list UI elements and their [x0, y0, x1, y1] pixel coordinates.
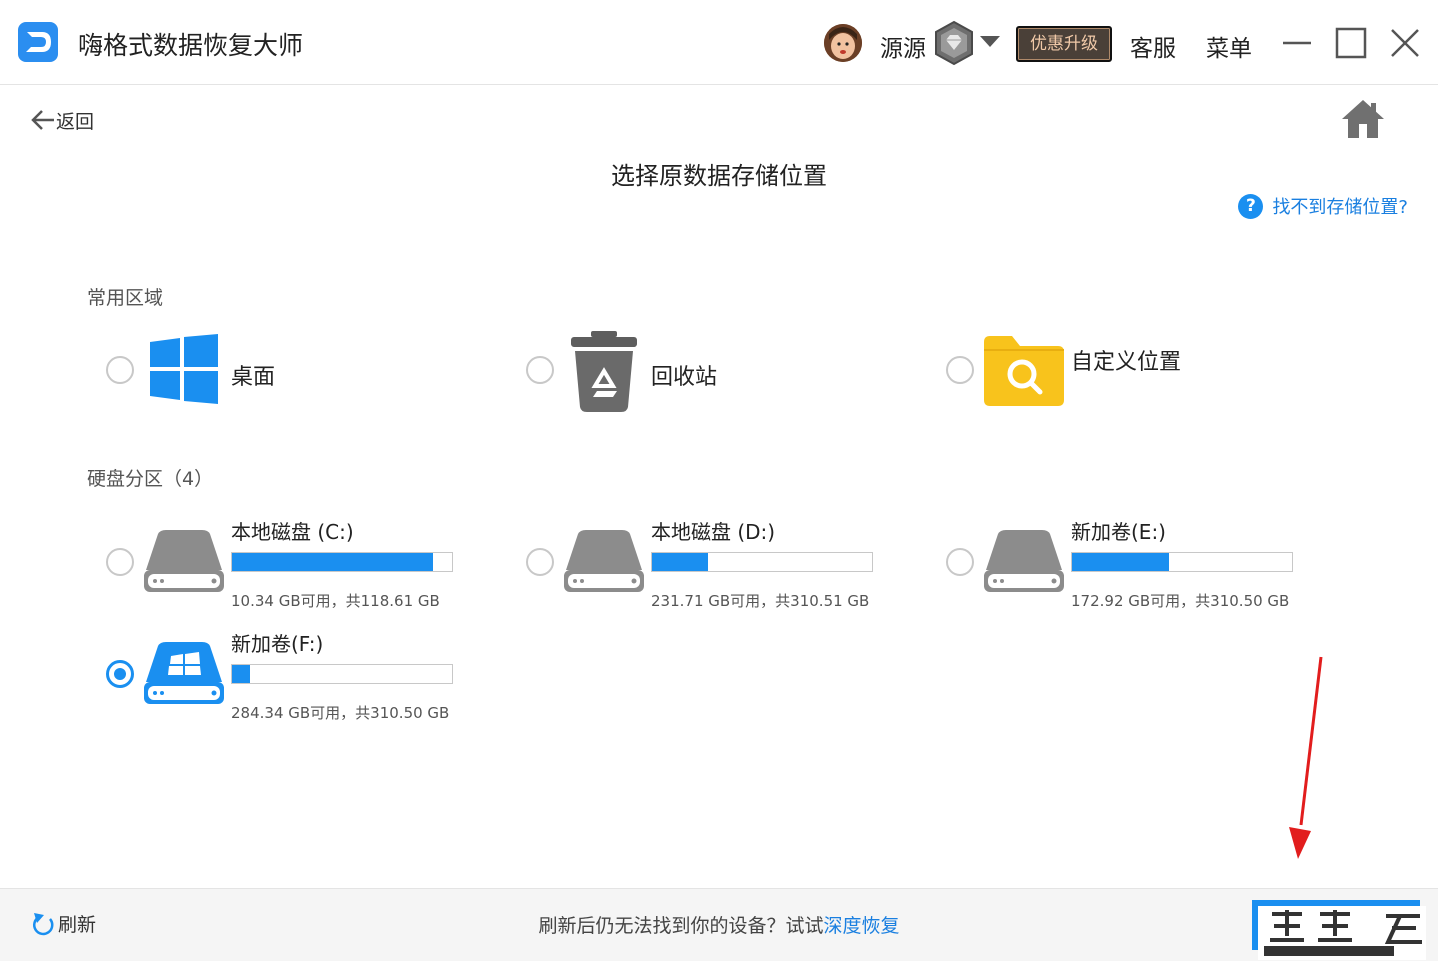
drive-d-usage-bar	[651, 552, 873, 572]
question-icon: ?	[1238, 193, 1264, 219]
drive-c-usage-bar	[231, 552, 453, 572]
footer-hint-text: 刷新后仍无法找到你的设备？试试	[538, 915, 824, 937]
folder-search-icon[interactable]	[984, 336, 1064, 406]
help-link-label: 找不到存储位置?	[1272, 197, 1408, 218]
home-icon[interactable]	[1340, 98, 1386, 140]
drive-d-usage-fill	[652, 553, 708, 571]
desktop-label[interactable]: 桌面	[231, 359, 275, 391]
deep-recovery-link[interactable]: 深度恢复	[824, 915, 900, 937]
drive-e-info: 172.92 GB可用，共310.50 GB	[1071, 592, 1290, 610]
title-bar: 嗨格式数据恢复大师 源源 优惠升级 客服 菜单	[0, 0, 1438, 85]
drive-e-radio[interactable]	[946, 548, 974, 576]
hard-drive-icon[interactable]	[144, 530, 224, 594]
help-link[interactable]: ? 找不到存储位置?	[1238, 193, 1408, 219]
windows-logo-icon[interactable]	[150, 334, 218, 404]
annotation-arrow-icon	[1280, 655, 1330, 865]
footer-hint: 刷新后仍无法找到你的设备？试试深度恢复	[0, 911, 1438, 938]
hard-drive-icon[interactable]	[984, 530, 1064, 594]
close-icon[interactable]	[1388, 26, 1422, 60]
recycle-bin-label[interactable]: 回收站	[651, 359, 717, 391]
drive-d-info: 231.71 GB可用，共310.51 GB	[651, 592, 870, 610]
recycle-bin-radio[interactable]	[526, 356, 554, 384]
user-avatar[interactable]	[824, 24, 862, 62]
customer-service-button[interactable]: 客服	[1130, 29, 1176, 63]
custom-location-radio[interactable]	[946, 356, 974, 384]
drive-d-radio[interactable]	[526, 548, 554, 576]
custom-location-label[interactable]: 自定义位置	[1071, 344, 1181, 376]
windows-drive-icon[interactable]	[144, 642, 224, 706]
hard-drive-icon[interactable]	[564, 530, 644, 594]
drive-e-name[interactable]: 新加卷(E:)	[1071, 516, 1166, 545]
drive-c-radio[interactable]	[106, 548, 134, 576]
drive-f-usage-fill	[232, 665, 251, 683]
drive-f-info: 284.34 GB可用，共310.50 GB	[231, 704, 450, 722]
arrow-left-icon	[31, 110, 54, 130]
account-dropdown-icon[interactable]	[980, 36, 1000, 47]
drive-d-name[interactable]: 本地磁盘 (D:)	[651, 516, 775, 545]
desktop-radio[interactable]	[106, 356, 134, 384]
drive-f-usage-bar	[231, 664, 453, 684]
drive-f-radio[interactable]	[106, 660, 134, 688]
back-button[interactable]: 返回	[30, 106, 94, 134]
drive-e-usage-bar	[1071, 552, 1293, 572]
watermark-logo	[1250, 896, 1438, 960]
app-logo-icon	[18, 22, 58, 62]
app-title: 嗨格式数据恢复大师	[78, 31, 304, 60]
vip-diamond-badge-icon[interactable]	[932, 20, 976, 66]
drive-e-usage-fill	[1072, 553, 1170, 571]
drive-c-name[interactable]: 本地磁盘 (C:)	[231, 516, 354, 545]
common-section-label: 常用区域	[87, 287, 164, 309]
back-label: 返回	[56, 110, 95, 133]
minimize-icon[interactable]	[1280, 26, 1314, 60]
upgrade-button[interactable]: 优惠升级	[1016, 26, 1112, 62]
drive-f-name[interactable]: 新加卷(F:)	[231, 628, 323, 657]
drive-c-info: 10.34 GB可用，共118.61 GB	[231, 592, 440, 610]
menu-button[interactable]: 菜单	[1206, 29, 1252, 63]
username[interactable]: 源源	[880, 29, 926, 63]
drive-c-usage-fill	[232, 553, 433, 571]
page-title: 选择原数据存储位置	[611, 162, 827, 190]
maximize-icon[interactable]	[1334, 26, 1368, 60]
drives-section-label: 硬盘分区（4）	[87, 468, 214, 490]
recycle-bin-icon[interactable]	[571, 331, 637, 413]
